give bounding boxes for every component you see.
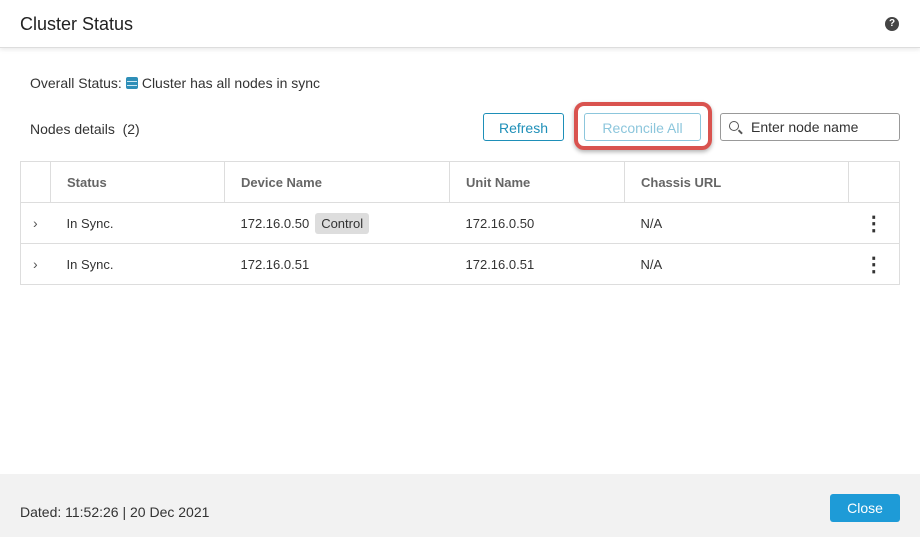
overall-status-label: Overall Status: xyxy=(30,75,122,91)
close-button[interactable]: Close xyxy=(830,494,900,522)
dialog-footer: Dated: 11:52:26 | 20 Dec 2021 Close xyxy=(0,474,920,537)
reconcile-all-button[interactable]: Reconcile All xyxy=(584,113,701,141)
search-input[interactable]: Enter node name xyxy=(720,113,900,141)
nodes-details: Nodes details (2) xyxy=(30,121,140,137)
device-cell: 172.16.0.50 Control xyxy=(224,202,450,244)
actions-column xyxy=(848,161,900,203)
unit-cell: 172.16.0.51 xyxy=(449,243,625,285)
control-badge: Control xyxy=(315,212,370,234)
database-icon xyxy=(125,77,138,89)
status-cell: In Sync. xyxy=(50,202,225,244)
column-unit-name[interactable]: Unit Name xyxy=(449,161,625,203)
unit-cell: 172.16.0.50 xyxy=(449,202,625,244)
nodes-details-label: Nodes details xyxy=(30,121,115,137)
chassis-cell: N/A xyxy=(624,243,849,285)
device-name: 172.16.0.50 xyxy=(240,215,310,231)
refresh-button[interactable]: Refresh xyxy=(483,113,564,141)
more-options-icon[interactable]: ⋮ xyxy=(848,202,900,244)
table-row: › In Sync. 172.16.0.51 172.16.0.51 N/A ⋮ xyxy=(20,243,900,285)
dated-text: Dated: 11:52:26 | 20 Dec 2021 xyxy=(20,504,210,520)
search-placeholder: Enter node name xyxy=(751,119,859,135)
more-options-icon[interactable]: ⋮ xyxy=(848,243,900,285)
nodes-table: Status Device Name Unit Name Chassis URL › I… xyxy=(20,161,900,285)
dialog-header: Cluster Status ? xyxy=(0,0,920,48)
table-header: Status Device Name Unit Name Chassis URL xyxy=(20,161,900,203)
overall-status: Overall Status: Cluster has all nodes in … xyxy=(30,75,320,91)
overall-status-text: Cluster has all nodes in sync xyxy=(141,75,321,91)
expand-column xyxy=(20,161,51,203)
nodes-count: (2) xyxy=(122,121,140,137)
help-icon[interactable]: ? xyxy=(885,17,899,31)
status-cell: In Sync. xyxy=(50,243,225,285)
search-icon xyxy=(729,121,739,131)
chevron-right-icon[interactable]: › xyxy=(20,202,51,244)
chassis-cell: N/A xyxy=(624,202,849,244)
column-status[interactable]: Status xyxy=(50,161,225,203)
column-device-name[interactable]: Device Name xyxy=(224,161,450,203)
device-cell: 172.16.0.51 xyxy=(224,243,450,285)
column-chassis-url[interactable]: Chassis URL xyxy=(624,161,849,203)
chevron-right-icon[interactable]: › xyxy=(20,243,51,285)
dialog-title: Cluster Status xyxy=(20,14,134,34)
table-row: › In Sync. 172.16.0.50 Control 172.16.0.50 N/… xyxy=(20,202,900,244)
